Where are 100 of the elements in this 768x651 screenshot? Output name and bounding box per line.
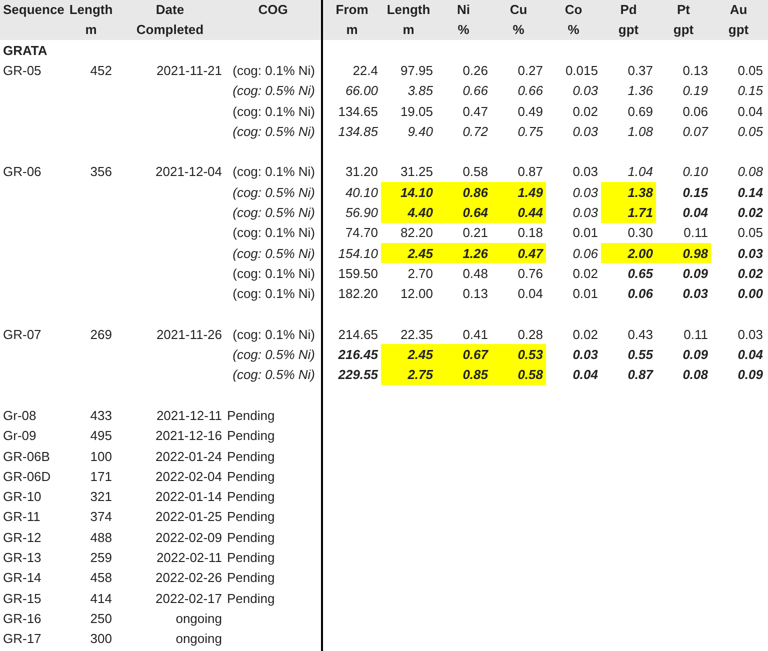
- table-cell: GR-13: [3, 550, 42, 566]
- table-cell-text: 0.08: [736, 163, 764, 182]
- column-header: gpt: [728, 21, 749, 39]
- table-cell-text: 0.65: [626, 264, 654, 283]
- table-cell-text: 19.05: [399, 102, 434, 121]
- table-cell-text: 56.90: [344, 204, 379, 222]
- table-cell: 488: [90, 530, 112, 545]
- table-cell: Pending: [227, 530, 275, 545]
- table-cell: 1.26: [436, 242, 491, 264]
- table-cell: 0.53: [491, 344, 546, 365]
- table-cell-text: 0.37: [626, 62, 654, 80]
- table-cell-text: 0.04: [516, 285, 544, 304]
- table-cell: GR-11: [3, 509, 40, 524]
- table-cell-text: 0.04: [682, 204, 709, 222]
- table-cell: 171: [90, 468, 112, 484]
- table-cell-text: 0.21: [462, 224, 489, 242]
- table-cell: 2021-12-11: [156, 408, 222, 423]
- table-cell-text: 0.18: [516, 224, 544, 242]
- column-header: Completed: [136, 21, 204, 39]
- column-header: Cu: [510, 1, 528, 19]
- table-cell: 2022-02-26: [156, 570, 222, 586]
- table-cell: 374: [90, 509, 112, 524]
- table-cell-text: 0.03: [572, 346, 599, 364]
- column-header: Length: [386, 1, 430, 19]
- table-cell: 2021-11-21: [156, 62, 222, 78]
- table-cell: Pending: [227, 590, 275, 606]
- table-cell-text: 0.01: [572, 224, 599, 242]
- table-cell-text: 0.76: [516, 264, 544, 283]
- table-cell-text: 0.04: [736, 346, 764, 364]
- table-cell-text: 0.03: [572, 82, 599, 100]
- table-cell: (cog: 0.1% Ni): [232, 266, 315, 281]
- table-cell: 2.45: [381, 242, 436, 264]
- table-cell: ongoing: [176, 610, 222, 626]
- table-cell-text: 0.48: [462, 264, 489, 283]
- table-cell-text: 159.50: [337, 264, 379, 283]
- table-cell: 2.75: [381, 364, 436, 386]
- table-cell-text: 0.02: [572, 264, 599, 283]
- column-header: m: [402, 21, 414, 39]
- table-cell: (cog: 0.1% Ni): [232, 326, 315, 342]
- table-cell: GR-16: [3, 610, 42, 626]
- table-cell: 2021-12-16: [156, 428, 222, 444]
- table-cell-text: 0.03: [736, 326, 764, 344]
- table-cell: GR-12: [3, 530, 42, 545]
- table-cell: 0.67: [436, 344, 491, 365]
- table-cell-text: 2.70: [406, 264, 434, 283]
- column-header: Sequence: [3, 1, 64, 19]
- table-cell-text: 22.35: [399, 326, 434, 344]
- table-cell: (cog: 0.5% Ni): [232, 367, 315, 382]
- table-cell-text: 0.19: [682, 82, 709, 100]
- table-cell: Pending: [227, 570, 275, 586]
- table-cell-text: 154.10: [337, 244, 379, 263]
- table-cell-text: 0.14: [736, 184, 764, 202]
- table-cell-text: 0.27: [516, 62, 544, 80]
- table-cell-text: 134.65: [337, 102, 379, 121]
- table-cell: 100: [90, 448, 112, 464]
- table-cell-text: 0.04: [572, 366, 599, 384]
- table-cell-text: 9.40: [406, 122, 434, 141]
- table-cell-text: 0.09: [682, 346, 709, 364]
- table-cell-text: 97.95: [399, 62, 434, 80]
- table-cell: 0.64: [436, 202, 491, 223]
- table-cell: 1.71: [601, 202, 656, 223]
- table-cell-text: 22.4: [352, 62, 379, 80]
- table-cell: GR-14: [3, 570, 42, 586]
- table-cell-text: 0.06: [626, 285, 654, 304]
- table-cell-text: 0.03: [572, 122, 599, 141]
- table-cell: 458: [90, 570, 112, 586]
- table-cell: Pending: [227, 489, 275, 504]
- table-cell-text: 0.75: [516, 122, 544, 141]
- table-cell: 2022-02-11: [156, 550, 222, 566]
- table-cell-text: 0.02: [572, 326, 599, 344]
- table-cell: Pending: [227, 448, 275, 464]
- table-cell: 0.86: [436, 182, 491, 202]
- column-header: gpt: [618, 21, 639, 39]
- table-cell-text: 216.45: [337, 346, 380, 364]
- table-cell-text: 0.11: [682, 224, 709, 242]
- table-cell: GR-06B: [3, 448, 50, 464]
- table-cell-text: 0.87: [516, 163, 544, 182]
- column-header: %: [512, 21, 524, 39]
- table-cell-text: 0.08: [682, 366, 709, 384]
- table-cell-text: 0.02: [572, 102, 599, 121]
- table-cell-text: 0.15: [682, 184, 710, 202]
- table-cell: GR-07: [3, 326, 42, 342]
- table-cell: Gr-09: [3, 428, 36, 444]
- table-cell: 0.47: [491, 242, 546, 264]
- column-header: Au: [730, 1, 748, 19]
- table-cell: 2022-02-17: [156, 590, 222, 606]
- table-cell: 2022-01-24: [156, 448, 222, 464]
- table-cell-text: 0.07: [682, 122, 710, 141]
- table-cell-text: 0.02: [736, 264, 764, 283]
- table-cell: GR-17: [3, 631, 42, 646]
- table-cell: ongoing: [176, 631, 222, 646]
- table-cell-text: 0.28: [516, 326, 544, 344]
- table-cell: GR-05: [3, 62, 42, 78]
- table-cell-text: 0.11: [682, 326, 709, 344]
- table-cell: (cog: 0.5% Ni): [232, 246, 315, 261]
- column-header: Length: [69, 1, 113, 19]
- table-cell-text: 0.13: [682, 62, 709, 80]
- table-cell: (cog: 0.5% Ni): [232, 347, 315, 362]
- table-cell: 356: [90, 164, 112, 180]
- table-cell: (cog: 0.1% Ni): [232, 286, 315, 302]
